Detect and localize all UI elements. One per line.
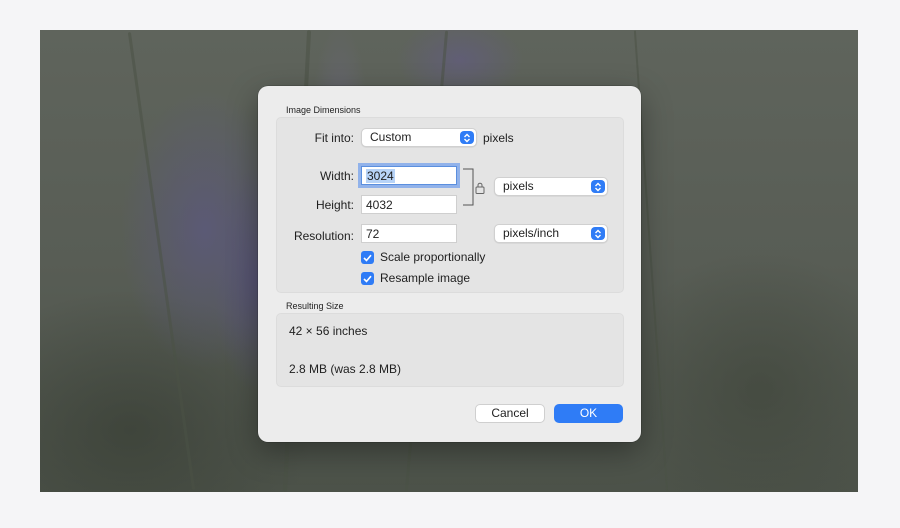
fit-into-unit: pixels [483, 131, 514, 145]
checkmark-icon [361, 251, 374, 264]
stepper-icon [460, 131, 474, 144]
cancel-button[interactable]: Cancel [475, 404, 545, 423]
fit-into-value: Custom [370, 130, 412, 144]
resample-image-label: Resample image [380, 271, 471, 285]
height-field[interactable]: 4032 [361, 195, 457, 214]
resulting-dimensions-text: 42 × 56 inches [289, 324, 368, 338]
photo-stem [127, 32, 196, 490]
resolution-label: Resolution: [293, 229, 354, 243]
fit-into-popup[interactable]: Custom [361, 128, 477, 147]
fit-into-label: Fit into: [314, 131, 354, 145]
width-value: 3024 [366, 169, 395, 183]
resolution-field[interactable]: 72 [361, 224, 457, 243]
lock-icon[interactable] [475, 181, 485, 199]
ok-button[interactable]: OK [554, 404, 623, 423]
resulting-file-size-text: 2.8 MB (was 2.8 MB) [289, 362, 402, 376]
image-size-dialog: Image Dimensions Fit into: Custom pixels… [258, 86, 641, 442]
resulting-size-title: Resulting Size [286, 301, 344, 311]
width-label: Width: [319, 169, 354, 183]
height-label: Height: [315, 198, 354, 212]
resample-image-checkbox[interactable]: Resample image [361, 271, 521, 286]
size-unit-value: pixels [503, 179, 534, 193]
resolution-unit-popup[interactable]: pixels/inch [494, 224, 608, 243]
stepper-icon [591, 227, 605, 240]
width-field[interactable]: 3024 [358, 163, 460, 188]
stepper-icon [591, 180, 605, 193]
checkmark-icon [361, 272, 374, 285]
scale-proportionally-checkbox[interactable]: Scale proportionally [361, 250, 521, 265]
size-unit-popup[interactable]: pixels [494, 177, 608, 196]
scale-proportionally-label: Scale proportionally [380, 250, 486, 264]
image-dimensions-title: Image Dimensions [286, 105, 361, 115]
resolution-unit-value: pixels/inch [503, 226, 560, 240]
